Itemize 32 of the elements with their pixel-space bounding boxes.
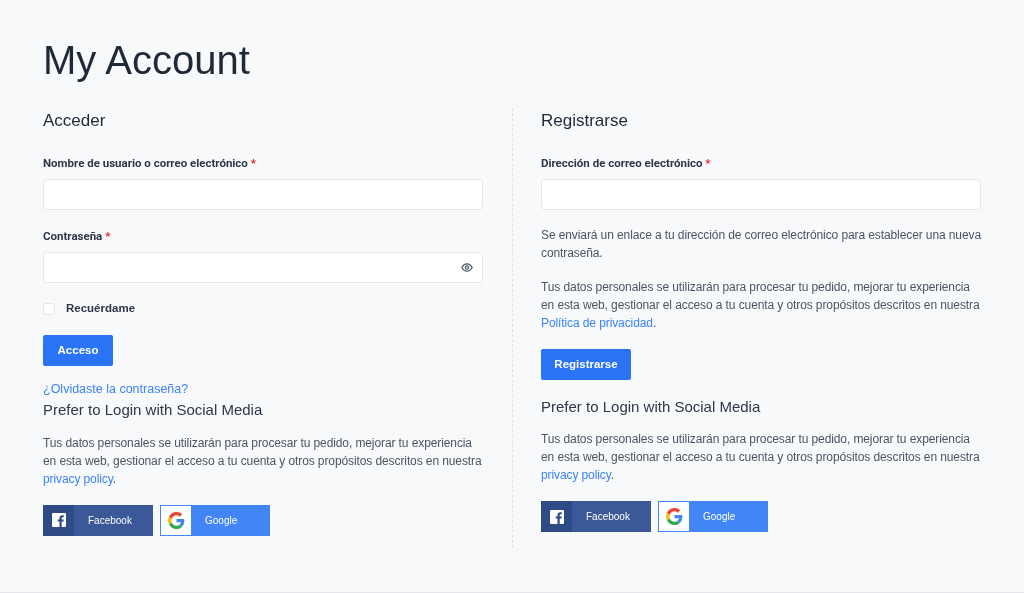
page-title: My Account [43,37,251,84]
input-field[interactable] [43,178,483,210]
checkbox-label: Recuérdame [66,301,136,316]
paragraph: Tus datos personales se utilizarán para procesar tu pedido, mejorar tu experiencia en esta web, gestionar el acceso a tu cuenta y otros propósitos descritos en nuestra Política de privacidad. [541,278,981,332]
social-heading: Prefer to Login with Social Media [43,400,264,421]
google-icon [665,508,683,526]
google-icon [167,511,185,529]
field-label: Nombre de usuario o correo electrónico * [43,154,257,172]
register-button[interactable]: Registrarse [541,348,631,380]
field-label: Dirección de correo electrónico * [541,154,712,172]
google-button[interactable]: Google [160,504,270,536]
facebook-icon [549,509,564,524]
facebook-button[interactable]: Facebook [541,501,651,533]
policy-link[interactable]: Política de privacidad [541,315,653,330]
google-button[interactable]: Google [658,501,768,533]
paragraph: Tus datos personales se utilizarán para procesar tu pedido, mejorar tu experiencia en esta web, gestionar el acceso a tu cuenta y otros propósitos descritos en nuestra privacy policy. [43,434,483,488]
paragraph: Se enviará un enlace a tu dirección de correo electrónico para establecer una nueva contraseña. [541,226,981,262]
password-field[interactable] [43,252,483,283]
checkbox[interactable] [43,302,55,315]
social-heading: Prefer to Login with Social Media [541,396,762,417]
field-label: Contraseña * [43,227,112,245]
paragraph: Tus datos personales se utilizarán para procesar tu pedido, mejorar tu experiencia en esta web, gestionar el acceso a tu cuenta y otros propósitos descritos en nuestra privacy policy. [541,431,981,485]
facebook-button[interactable]: Facebook [43,504,153,536]
forgot-password-link[interactable]: ¿Olvidaste la contraseña? [43,382,189,398]
eye-icon[interactable] [461,263,473,272]
facebook-icon [51,513,66,528]
section-heading: Registrarse [541,110,629,132]
login-button[interactable]: Acceso [43,335,113,367]
policy-link[interactable]: privacy policy [541,468,611,483]
section-heading: Acceder [43,110,107,132]
policy-link[interactable]: privacy policy [43,471,113,486]
input-field[interactable] [541,178,981,210]
